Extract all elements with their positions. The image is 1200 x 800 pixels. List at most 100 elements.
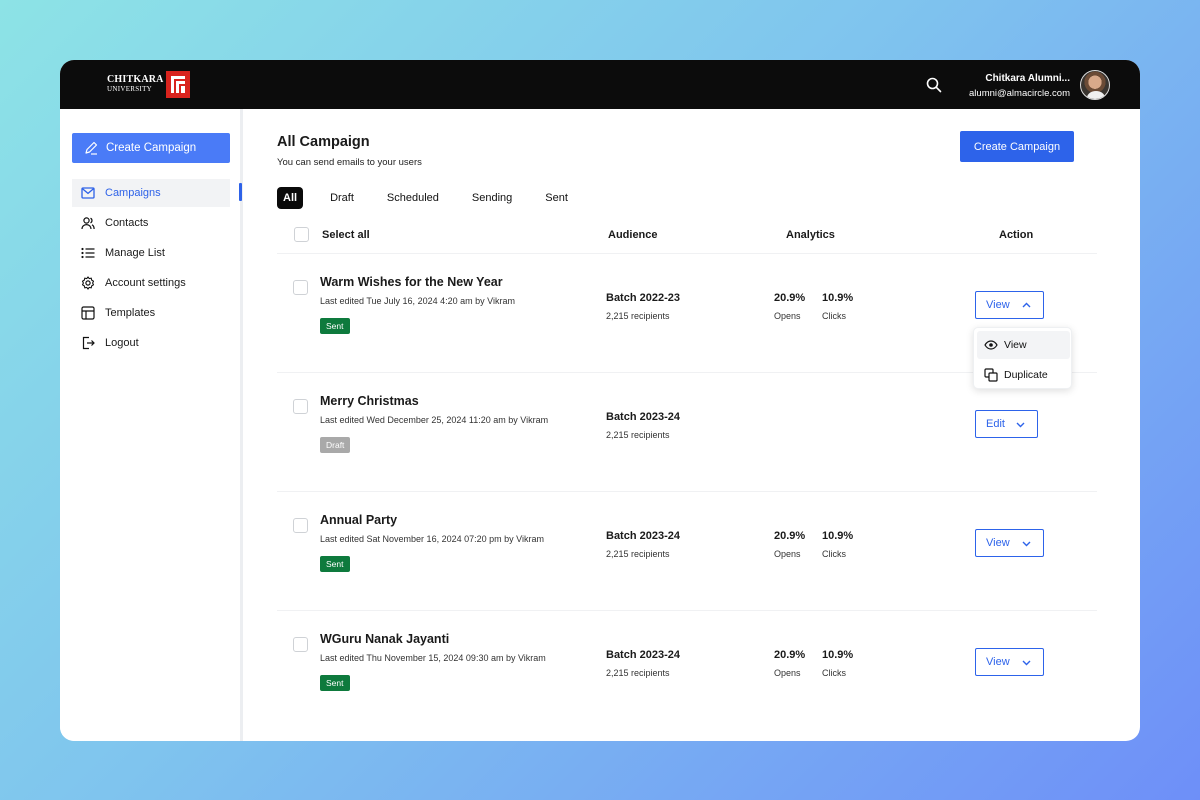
- clicks-value: 10.9%: [822, 292, 854, 304]
- tab-draft[interactable]: Draft: [330, 187, 354, 209]
- create-campaign-button[interactable]: Create Campaign: [960, 131, 1074, 162]
- sidebar-create-label: Create Campaign: [106, 142, 197, 154]
- app-window: CHITKARA UNIVERSITY Chitkara Alumni... a…: [60, 60, 1140, 741]
- opens-label: Opens: [774, 549, 801, 559]
- campaign-meta: Last edited Thu November 15, 2024 09:30 …: [320, 653, 546, 663]
- campaign-meta: Last edited Tue July 16, 2024 4:20 am by…: [320, 296, 515, 306]
- logo-line-2: UNIVERSITY: [107, 85, 152, 93]
- status-badge: Sent: [320, 556, 350, 572]
- campaign-title[interactable]: Annual Party: [320, 513, 397, 527]
- sidebar-item-campaigns[interactable]: Campaigns: [72, 179, 242, 207]
- logo-line-1: CHITKARA: [107, 74, 164, 85]
- chevron-down-icon: [1021, 657, 1032, 668]
- row-checkbox[interactable]: [293, 518, 308, 533]
- user-email: alumni@almacircle.com: [969, 88, 1070, 99]
- university-logo[interactable]: CHITKARA UNIVERSITY: [107, 70, 190, 98]
- sidebar-item-label: Templates: [105, 307, 156, 319]
- top-bar: CHITKARA UNIVERSITY Chitkara Alumni... a…: [60, 60, 1140, 109]
- chevron-down-icon: [1015, 419, 1026, 430]
- clicks-value: 10.9%: [822, 530, 854, 542]
- audience-recipients: 2,215 recipients: [606, 668, 670, 678]
- campaign-meta: Last edited Sat November 16, 2024 07:20 …: [320, 534, 544, 544]
- clicks-label: Clicks: [822, 668, 846, 678]
- status-badge: Sent: [320, 318, 350, 334]
- campaign-title[interactable]: Merry Christmas: [320, 394, 419, 408]
- select-all-label[interactable]: Select all: [322, 229, 370, 241]
- campaign-title[interactable]: Warm Wishes for the New Year: [320, 275, 503, 289]
- tab-scheduled[interactable]: Scheduled: [387, 187, 439, 209]
- mail-icon: [81, 186, 95, 200]
- eye-icon: [984, 338, 998, 352]
- table-row: Annual Party Last edited Sat November 16…: [277, 492, 1097, 611]
- status-badge: Draft: [320, 437, 351, 453]
- list-icon: [81, 246, 95, 260]
- sidebar-item-templates[interactable]: Templates: [72, 299, 230, 327]
- clicks-value: 10.9%: [822, 649, 854, 661]
- audience-name: Batch 2023-24: [606, 649, 680, 661]
- dropdown-item-duplicate[interactable]: Duplicate: [977, 361, 1070, 389]
- campaign-title[interactable]: WGuru Nanak Jayanti: [320, 632, 449, 646]
- sidebar-item-manage-list[interactable]: Manage List: [72, 239, 230, 267]
- table-row: Merry Christmas Last edited Wed December…: [277, 373, 1097, 492]
- page-subtitle: You can send emails to your users: [277, 157, 422, 168]
- audience-recipients: 2,215 recipients: [606, 549, 670, 559]
- sidebar-item-label: Logout: [105, 337, 139, 349]
- layout-icon: [81, 306, 95, 320]
- avatar[interactable]: [1080, 70, 1110, 100]
- sidebar-item-label: Manage List: [105, 247, 165, 259]
- column-audience: Audience: [608, 229, 658, 241]
- action-label: View: [986, 656, 1010, 668]
- action-label: View: [986, 299, 1010, 311]
- view-action-button[interactable]: View: [975, 648, 1044, 676]
- tab-sent[interactable]: Sent: [545, 187, 568, 209]
- user-name: Chitkara Alumni...: [985, 73, 1070, 84]
- row-checkbox[interactable]: [293, 637, 308, 652]
- tab-all[interactable]: All: [277, 187, 304, 209]
- sidebar-item-label: Campaigns: [105, 187, 161, 199]
- sidebar-create-campaign-button[interactable]: Create Campaign: [72, 133, 230, 163]
- opens-label: Opens: [774, 668, 801, 678]
- logout-icon: [81, 336, 95, 350]
- tab-sending[interactable]: Sending: [472, 187, 512, 209]
- sidebar-item-logout[interactable]: Logout: [72, 329, 230, 357]
- dropdown-item-label: Duplicate: [1004, 369, 1048, 381]
- view-action-button[interactable]: View: [975, 291, 1044, 319]
- edit-action-button[interactable]: Edit: [975, 410, 1038, 438]
- gear-icon: [81, 276, 95, 290]
- opens-value: 20.9%: [774, 649, 806, 661]
- pencil-icon: [84, 141, 98, 155]
- opens-label: Opens: [774, 311, 801, 321]
- audience-name: Batch 2023-24: [606, 530, 680, 542]
- audience-name: Batch 2023-24: [606, 411, 680, 423]
- opens-value: 20.9%: [774, 530, 806, 542]
- sidebar-item-account-settings[interactable]: Account settings: [72, 269, 230, 297]
- logo-mark-icon: [165, 70, 190, 98]
- row-checkbox[interactable]: [293, 399, 308, 414]
- search-icon[interactable]: [926, 77, 942, 93]
- sidebar-item-contacts[interactable]: Contacts: [72, 209, 230, 237]
- copy-icon: [984, 368, 998, 382]
- sidebar: Create Campaign Campaigns Contacts Manag…: [60, 109, 243, 741]
- audience-recipients: 2,215 recipients: [606, 430, 670, 440]
- campaign-meta: Last edited Wed December 25, 2024 11:20 …: [320, 415, 549, 425]
- action-dropdown-menu: View Duplicate: [973, 327, 1072, 389]
- sidebar-item-label: Account settings: [105, 277, 186, 289]
- chevron-up-icon: [1021, 300, 1032, 311]
- column-action: Action: [999, 229, 1034, 241]
- view-action-button[interactable]: View: [975, 529, 1044, 557]
- sidebar-item-label: Contacts: [105, 217, 149, 229]
- audience-recipients: 2,215 recipients: [606, 311, 670, 321]
- select-all-checkbox[interactable]: [294, 227, 309, 242]
- logo-text: CHITKARA UNIVERSITY: [107, 75, 164, 93]
- row-checkbox[interactable]: [293, 280, 308, 295]
- audience-name: Batch 2022-23: [606, 292, 680, 304]
- dropdown-item-view[interactable]: View: [977, 331, 1070, 359]
- opens-value: 20.9%: [774, 292, 806, 304]
- table-header: Select all Audience Analytics Action: [277, 221, 1097, 254]
- users-icon: [81, 216, 95, 230]
- table-row: WGuru Nanak Jayanti Last edited Thu Nove…: [277, 611, 1097, 730]
- page-title: All Campaign: [277, 134, 370, 150]
- status-badge: Sent: [320, 675, 350, 691]
- clicks-label: Clicks: [822, 549, 846, 559]
- status-tabs: All Draft Scheduled Sending Sent: [277, 187, 568, 209]
